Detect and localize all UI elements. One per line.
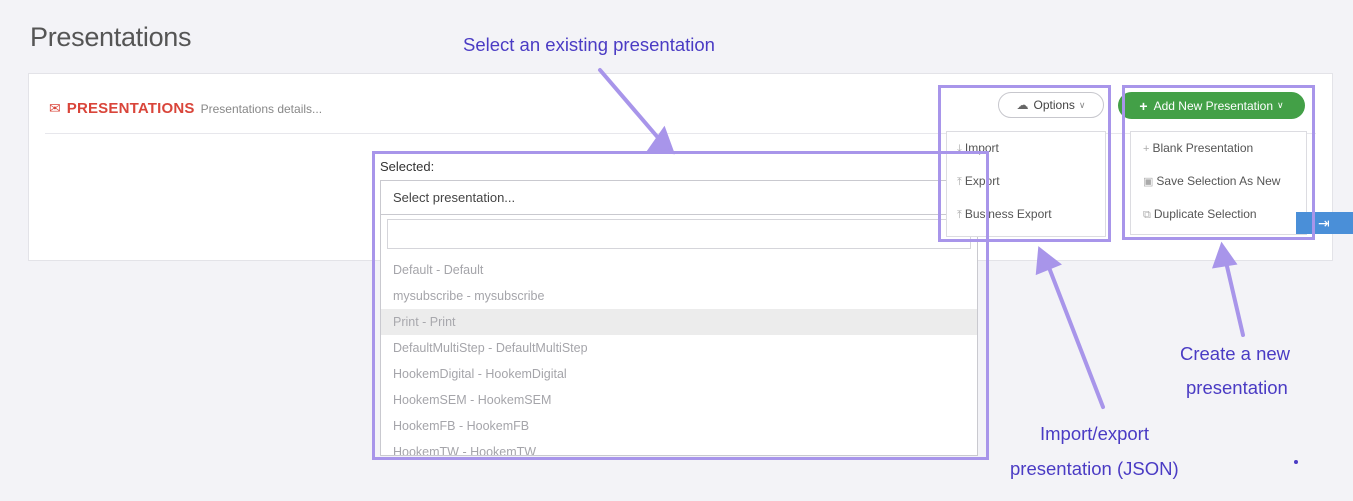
dropdown-option[interactable]: HookemDigital - HookemDigital: [381, 361, 977, 387]
add-new-item-save-selection-as-new[interactable]: ▣ Save Selection As New: [1131, 165, 1306, 198]
dropdown-option[interactable]: HookemTW - HookemTW: [381, 439, 977, 455]
dropdown-list: Default - Default mysubscribe - mysubscri…: [381, 257, 977, 455]
panel-title: PRESENTATIONS: [66, 100, 195, 117]
plus-icon: +: [1143, 143, 1150, 155]
panel-subtitle: Presentations details...: [200, 101, 323, 116]
menu-item-label: Export: [964, 174, 1000, 188]
chevron-down-icon: ∨: [1078, 99, 1086, 110]
chevron-down-icon: ∨: [1277, 100, 1284, 110]
options-menu: ⤓ Import ⤒ Export ⤒ Business Export: [946, 131, 1106, 237]
annotation-import-export-2: presentation (JSON): [1010, 458, 1179, 479]
dropdown-option[interactable]: HookemSEM - HookemSEM: [381, 387, 977, 413]
menu-item-label: Blank Presentation: [1152, 141, 1254, 155]
dropdown-search-input[interactable]: [387, 219, 971, 249]
options-item-export[interactable]: ⤒ Export: [947, 165, 1105, 198]
menu-item-label: Business Export: [964, 207, 1052, 221]
plus-icon: +: [1139, 97, 1148, 114]
add-new-label: Add New Presentation: [1153, 98, 1273, 113]
dropdown-option[interactable]: HookemFB - HookemFB: [381, 413, 977, 439]
annotation-import-export-1: Import/export: [1040, 423, 1149, 444]
panel-header: ✉ PRESENTATIONS Presentations details...: [49, 100, 322, 117]
selected-label: Selected:: [380, 159, 435, 174]
copy-icon: ⧉: [1143, 209, 1151, 221]
add-new-menu: + Blank Presentation ▣ Save Selection As Ne…: [1130, 131, 1307, 235]
dropdown-option[interactable]: mysubscribe - mysubscribe: [381, 283, 977, 309]
presentation-select[interactable]: Select presentation...: [380, 180, 978, 215]
download-icon: ⤓: [957, 143, 962, 155]
side-tab[interactable]: ⇥: [1296, 212, 1353, 234]
add-new-item-duplicate-selection[interactable]: ⧉ Duplicate Selection: [1131, 198, 1306, 231]
dropdown-option[interactable]: Default - Default: [381, 257, 977, 283]
presentation-dropdown: Default - Default mysubscribe - mysubscri…: [380, 214, 978, 456]
dropdown-option[interactable]: Print - Print: [381, 309, 977, 335]
options-item-import[interactable]: ⤓ Import: [947, 132, 1105, 165]
save-icon: ▣: [1143, 176, 1154, 188]
sign-in-icon: ⇥: [1318, 215, 1330, 231]
options-item-business-export[interactable]: ⤒ Business Export: [947, 198, 1105, 231]
annotation-create-new-1: Create a new: [1180, 343, 1291, 364]
annotation-select-existing: Select an existing presentation: [463, 34, 715, 55]
annotation-create-new-2: presentation: [1186, 377, 1288, 398]
select-placeholder: Select presentation...: [393, 190, 516, 205]
comment-icon: ✉: [49, 100, 61, 116]
panel-divider: [45, 133, 1316, 134]
menu-item-label: Save Selection As New: [1156, 174, 1281, 188]
upload-icon: ⤒: [957, 176, 962, 188]
menu-item-label: Duplicate Selection: [1153, 207, 1257, 221]
page-title: Presentations: [30, 22, 192, 52]
options-button[interactable]: ☁ Options ∨: [998, 92, 1104, 118]
upload-icon: ⤒: [957, 209, 962, 221]
menu-item-label: Import: [964, 141, 999, 155]
options-label: Options: [1033, 98, 1075, 112]
add-new-item-blank-presentation[interactable]: + Blank Presentation: [1131, 132, 1306, 165]
add-new-presentation-button[interactable]: + Add New Presentation ∨: [1118, 92, 1305, 119]
dropdown-option[interactable]: DefaultMultiStep - DefaultMultiStep: [381, 335, 977, 361]
cloud-icon: ☁: [1016, 98, 1029, 112]
